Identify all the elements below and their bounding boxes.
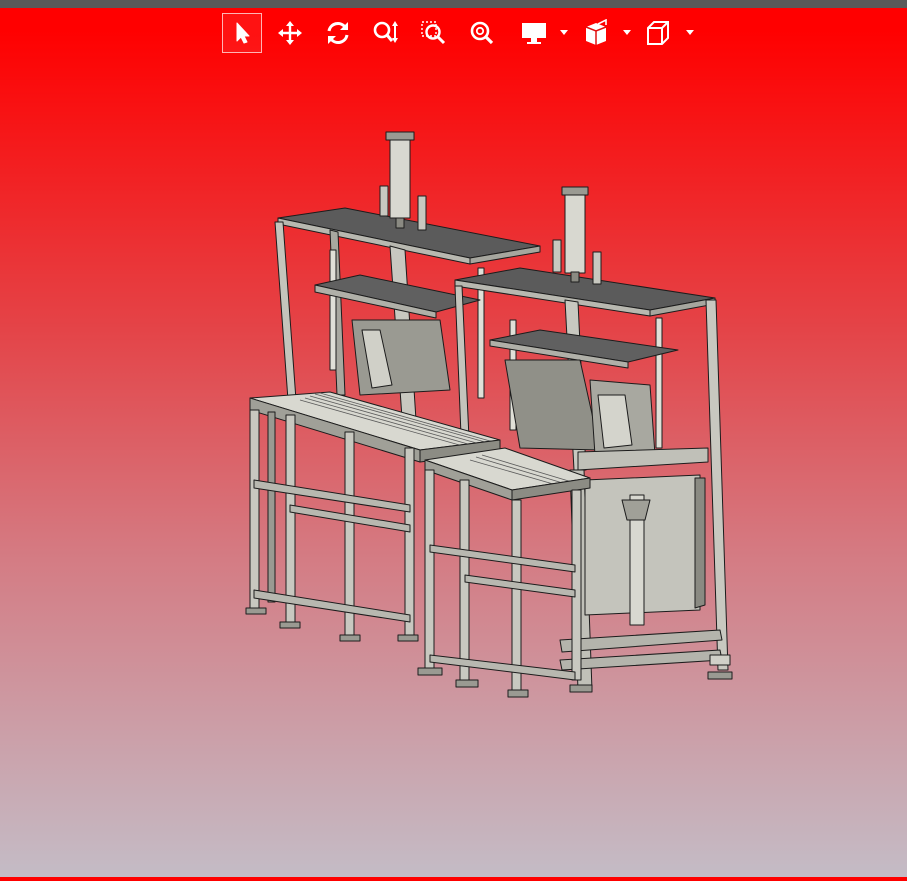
view-orientation-dropdown[interactable]: [685, 27, 695, 37]
chevron-down-icon: [560, 29, 568, 35]
section-icon: [585, 19, 607, 45]
cursor-icon: [236, 22, 250, 44]
chevron-down-icon: [623, 29, 631, 35]
zoom-fit-tool-button[interactable]: [462, 13, 502, 53]
zoom-updown-icon: [373, 21, 398, 43]
monitor-icon: [522, 23, 546, 44]
chevron-down-icon: [686, 29, 694, 35]
pan-tool-button[interactable]: [270, 13, 310, 53]
move-arrows-icon: [278, 21, 302, 45]
rotate-tool-button[interactable]: [318, 13, 358, 53]
window-top-strip: [0, 0, 907, 8]
display-mode-dropdown[interactable]: [559, 27, 569, 37]
zoom-window-tool-button[interactable]: [414, 13, 454, 53]
section-view-button[interactable]: [576, 13, 616, 53]
zoom-window-icon: [421, 21, 446, 45]
zoom-tool-button[interactable]: [366, 13, 406, 53]
rotate-icon: [327, 22, 349, 44]
zoom-fit-icon: [470, 21, 494, 45]
3d-viewport[interactable]: [0, 60, 907, 877]
machine-3d-model: [245, 131, 733, 698]
section-view-dropdown[interactable]: [622, 27, 632, 37]
cube-icon: [647, 21, 669, 45]
display-mode-button[interactable]: [514, 13, 554, 53]
view-orientation-button[interactable]: [638, 13, 678, 53]
select-tool-button[interactable]: [222, 13, 262, 53]
